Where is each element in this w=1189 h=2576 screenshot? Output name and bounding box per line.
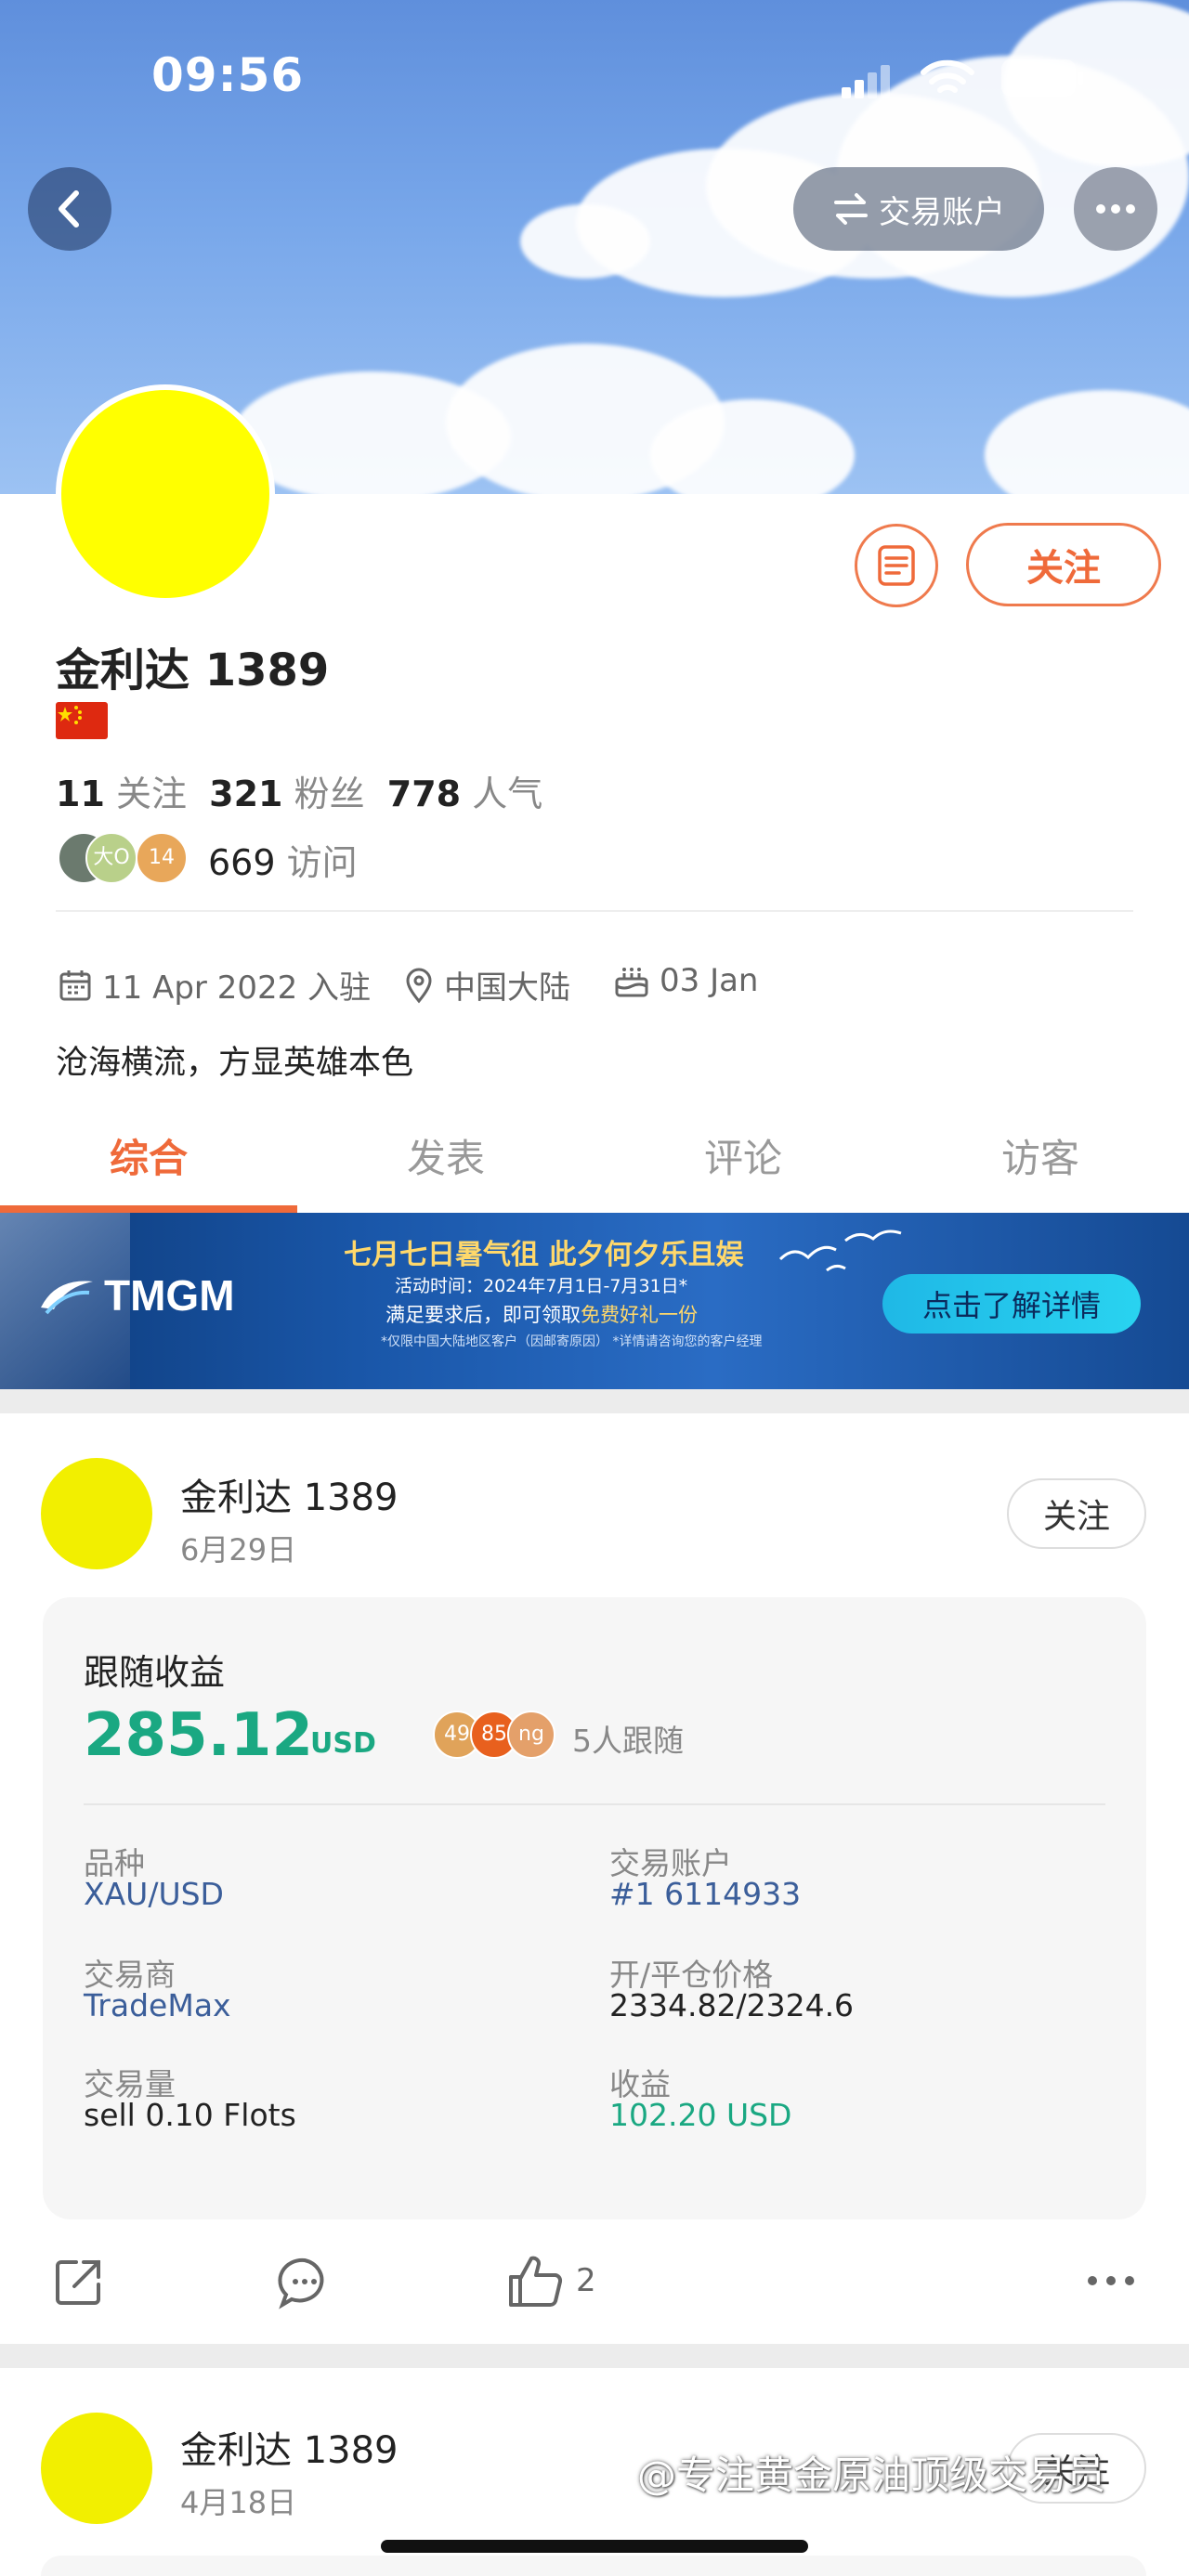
following-label[interactable]: 关注 bbox=[116, 774, 187, 814]
post-author-avatar[interactable] bbox=[41, 1458, 152, 1569]
visits-count[interactable]: 669 访问 bbox=[208, 834, 358, 885]
volume-value: sell 0.10 Flots bbox=[84, 2097, 296, 2133]
banner-cta-button[interactable]: 点击了解详情 bbox=[882, 1274, 1141, 1334]
status-time: 09:56 bbox=[151, 48, 305, 102]
like-icon[interactable] bbox=[505, 2251, 567, 2312]
profile-name: 金利达 1389 bbox=[56, 644, 330, 696]
like-count: 2 bbox=[576, 2262, 596, 2299]
post-author-avatar[interactable] bbox=[41, 2413, 152, 2524]
more-dots-icon bbox=[1096, 204, 1135, 214]
comment-icon[interactable] bbox=[275, 2253, 334, 2312]
pnl-value: 102.20 USD bbox=[609, 2097, 792, 2133]
banner-offer: 满足要求后，即可领取免费好礼一份 bbox=[385, 1300, 698, 1328]
card-title: 跟随收益 bbox=[84, 1652, 226, 1693]
profile-stats: 11 关注 321 粉丝 778 人气 bbox=[56, 765, 542, 816]
post-author-name[interactable]: 金利达 1389 bbox=[180, 2420, 399, 2474]
message-button[interactable] bbox=[855, 524, 938, 607]
birds-icon bbox=[778, 1229, 902, 1272]
fans-label[interactable]: 粉丝 bbox=[294, 774, 365, 814]
tab-posts[interactable]: 发表 bbox=[297, 1122, 594, 1196]
banner-headline: 七月七日暑气徂 此夕何夕乐且娱 bbox=[344, 1239, 744, 1271]
card-divider bbox=[84, 1803, 1105, 1805]
next-card-edge bbox=[41, 2556, 1146, 2576]
birthday-text: 03 Jan bbox=[660, 962, 759, 999]
fans-count[interactable]: 321 bbox=[209, 774, 282, 814]
profile-bio: 沧海横流，方显英雄本色 bbox=[56, 1045, 414, 1082]
active-tab-indicator bbox=[0, 1205, 297, 1213]
tab-visitors[interactable]: 访客 bbox=[892, 1122, 1189, 1196]
banner-offer-highlight: 免费好礼一份 bbox=[581, 1304, 698, 1326]
tmgm-logo-icon bbox=[41, 1281, 93, 1315]
visits-label: 访问 bbox=[286, 842, 358, 883]
account-value[interactable]: #1 6114933 bbox=[609, 1876, 801, 1912]
share-icon[interactable] bbox=[48, 2253, 108, 2312]
follow-button[interactable]: 关注 bbox=[966, 523, 1161, 606]
visitor-avatar: 14 bbox=[136, 832, 188, 884]
profile-avatar[interactable] bbox=[56, 384, 275, 604]
battery-indicator: 30 bbox=[1001, 59, 1083, 97]
follower-avatar: ng bbox=[507, 1711, 555, 1759]
banner-footnote: *仅限中国大陆地区客户（因邮寄原因） *详情请咨询您的客户经理 bbox=[381, 1334, 763, 1349]
more-button[interactable] bbox=[1074, 167, 1157, 251]
china-flag-icon bbox=[56, 702, 108, 739]
wifi-icon bbox=[921, 59, 974, 93]
location-pin-icon bbox=[406, 968, 432, 1003]
swap-icon bbox=[834, 193, 868, 225]
back-button[interactable] bbox=[28, 167, 111, 251]
following-count[interactable]: 11 bbox=[56, 774, 105, 814]
divider bbox=[56, 910, 1133, 912]
birthday: 03 Jan bbox=[613, 962, 758, 999]
signal-icon bbox=[842, 65, 890, 98]
home-indicator[interactable] bbox=[381, 2540, 808, 2553]
post-author-name[interactable]: 金利达 1389 bbox=[180, 1467, 399, 1521]
calendar-icon bbox=[59, 969, 91, 1000]
symbol-value[interactable]: XAU/USD bbox=[84, 1876, 224, 1912]
broker-value[interactable]: TradeMax bbox=[84, 1987, 231, 2023]
tmgm-logo: TMGM bbox=[37, 1270, 235, 1321]
visits-number: 669 bbox=[208, 842, 276, 883]
location: 中国大陆 bbox=[403, 962, 570, 1008]
post-follow-button[interactable]: 关注 bbox=[1007, 1478, 1146, 1549]
banner-date: 活动时间：2024年7月1日-7月31日* bbox=[395, 1276, 688, 1296]
post-date: 4月18日 bbox=[180, 2485, 297, 2520]
cake-icon bbox=[615, 968, 648, 997]
price-value: 2334.82/2324.6 bbox=[609, 1987, 855, 2023]
location-text: 中国大陆 bbox=[444, 969, 570, 1007]
section-separator bbox=[0, 1389, 1189, 1413]
post-date: 6月29日 bbox=[180, 1532, 297, 1568]
tab-comments[interactable]: 评论 bbox=[594, 1122, 892, 1196]
more-dots-icon[interactable] bbox=[1083, 2262, 1139, 2299]
joined-text: 11 Apr 2022 入驻 bbox=[102, 969, 372, 1007]
section-separator bbox=[0, 2344, 1189, 2368]
visitor-avatars[interactable]: 大O 14 bbox=[58, 832, 197, 884]
trading-account-label: 交易账户 bbox=[879, 193, 1005, 231]
copy-trade-card[interactable]: 跟随收益 285.12 USD 49 85 ng 5人跟随 品种 XAU/USD… bbox=[43, 1597, 1146, 2219]
tab-overview[interactable]: 综合 bbox=[0, 1122, 297, 1196]
post-actions: 2 bbox=[0, 2247, 1189, 2322]
follower-avatars[interactable]: 49 85 ng bbox=[433, 1711, 572, 1761]
popularity-count: 778 bbox=[386, 774, 462, 814]
followers-count-text[interactable]: 5人跟随 bbox=[572, 1716, 684, 1761]
promo-banner[interactable]: TMGM 七月七日暑气徂 此夕何夕乐且娱 活动时间：2024年7月1日-7月31… bbox=[0, 1213, 1189, 1389]
banner-offer-prefix: 满足要求后，即可领取 bbox=[385, 1304, 581, 1326]
tmgm-brand-text: TMGM bbox=[104, 1271, 235, 1320]
visitor-avatar: 大O bbox=[85, 832, 137, 884]
popularity-label: 人气 bbox=[472, 774, 543, 814]
joined-date: 11 Apr 2022 入驻 bbox=[58, 962, 371, 1008]
follow-profit-currency: USD bbox=[310, 1727, 376, 1760]
follow-profit-value: 285.12 bbox=[84, 1701, 313, 1770]
message-icon bbox=[878, 545, 915, 586]
trading-account-button[interactable]: 交易账户 bbox=[793, 167, 1044, 251]
watermark-text: @专注黄金原油顶级交易员 bbox=[637, 2452, 1106, 2498]
profile-tabs: 综合 发表 评论 访客 bbox=[0, 1122, 1189, 1213]
chevron-left-icon bbox=[59, 190, 79, 228]
